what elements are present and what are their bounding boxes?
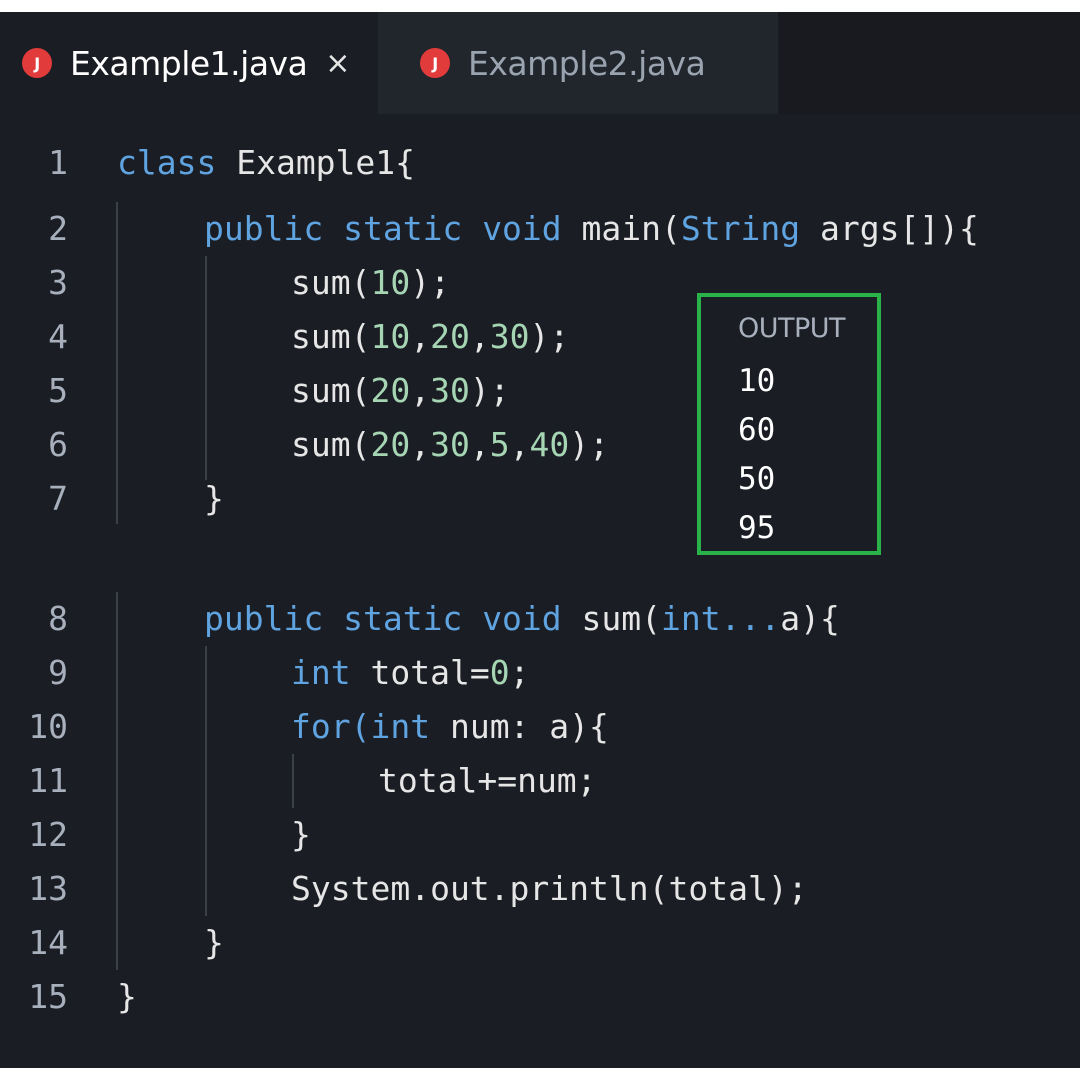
code-line[interactable]: 15 } xyxy=(0,970,1080,1024)
line-number: 10 xyxy=(28,707,68,746)
code-text: args[]){ xyxy=(800,209,979,248)
code-text: , xyxy=(410,371,431,410)
code-text: , xyxy=(469,317,490,356)
code-line[interactable]: 8 public static void sum(int...a){ xyxy=(0,592,1080,646)
keyword: int xyxy=(370,707,431,746)
code-text: System.out.println(total); xyxy=(291,869,808,908)
keyword: static xyxy=(343,599,463,638)
code-text: num: a){ xyxy=(430,707,609,746)
line-number: 7 xyxy=(48,479,68,518)
code-line[interactable]: 2 public static void main(String args[])… xyxy=(0,202,1080,256)
line-number: 8 xyxy=(48,599,68,638)
number-literal: 30 xyxy=(489,317,530,356)
number-literal: 10 xyxy=(370,317,411,356)
code-text: sum( xyxy=(291,317,371,356)
line-number: 14 xyxy=(28,923,68,962)
tab-example1[interactable]: J Example1.java × xyxy=(0,12,378,114)
line-number: 6 xyxy=(48,425,68,464)
code-text: } xyxy=(291,815,311,854)
java-file-icon: J xyxy=(420,48,450,78)
code-text: , xyxy=(469,425,490,464)
output-panel: OUTPUT 10 60 50 95 xyxy=(697,293,881,555)
output-value: 60 xyxy=(738,412,776,448)
number-literal: 30 xyxy=(430,371,470,410)
tab-label: Example1.java xyxy=(70,43,308,83)
code-line[interactable]: 3 sum(10); xyxy=(0,256,1080,310)
code-text: } xyxy=(204,479,224,518)
code-text: } xyxy=(117,977,137,1016)
number-literal: 40 xyxy=(529,425,570,464)
code-line[interactable]: 7 } xyxy=(0,472,1080,526)
number-literal: 0 xyxy=(489,653,510,692)
code-editor: J Example1.java × J Example2.java 1 clas… xyxy=(0,12,1080,1068)
line-number: 2 xyxy=(48,209,68,248)
keyword: class xyxy=(117,143,217,182)
line-number: 9 xyxy=(48,653,68,692)
keyword: public xyxy=(204,209,324,248)
code-text: ); xyxy=(469,371,510,410)
keyword: String xyxy=(680,209,801,248)
number-literal: 30 xyxy=(430,425,470,464)
line-number: 1 xyxy=(48,143,68,182)
java-file-icon: J xyxy=(22,48,52,78)
code-line[interactable]: 5 sum(20,30); xyxy=(0,364,1080,418)
code-line[interactable]: 14 } xyxy=(0,916,1080,970)
code-line[interactable]: 13 System.out.println(total); xyxy=(0,862,1080,916)
code-text: , xyxy=(410,317,431,356)
tab-example2[interactable]: J Example2.java xyxy=(378,12,778,114)
line-number: 4 xyxy=(48,317,68,356)
code-text: ); xyxy=(410,263,450,302)
code-text: sum( xyxy=(291,263,371,302)
line-number: 3 xyxy=(48,263,68,302)
code-text: main( xyxy=(561,209,681,248)
keyword: public xyxy=(204,599,324,638)
code-line[interactable]: 11 total+=num; xyxy=(0,754,1080,808)
code-line[interactable]: 6 sum(20,30,5,40); xyxy=(0,418,1080,472)
code-line[interactable]: 12 } xyxy=(0,808,1080,862)
keyword: ( xyxy=(350,707,371,746)
code-text: , xyxy=(410,425,431,464)
output-value: 95 xyxy=(738,510,776,546)
keyword: void xyxy=(482,209,562,248)
close-icon[interactable]: × xyxy=(325,46,350,81)
line-number: 5 xyxy=(48,371,68,410)
line-number: 13 xyxy=(28,869,68,908)
code-line[interactable]: 9 int total=0; xyxy=(0,646,1080,700)
code-text: total= xyxy=(350,653,490,692)
code-text: sum( xyxy=(291,371,371,410)
code-line[interactable]: 10 for(int num: a){ xyxy=(0,700,1080,754)
code-text: sum( xyxy=(561,599,662,638)
keyword: static xyxy=(343,209,463,248)
code-text: , xyxy=(509,425,530,464)
number-literal: 20 xyxy=(430,317,470,356)
code-text: a){ xyxy=(780,599,840,638)
tab-bar: J Example1.java × J Example2.java xyxy=(0,12,1080,114)
number-literal: 20 xyxy=(370,371,411,410)
line-number: 15 xyxy=(28,977,68,1016)
number-literal: 10 xyxy=(370,263,411,302)
output-value: 50 xyxy=(738,461,776,497)
code-text: Example1{ xyxy=(216,143,416,182)
keyword: int xyxy=(291,653,351,692)
code-text: total+=num; xyxy=(378,761,597,800)
code-text: ); xyxy=(529,317,570,356)
code-text: ); xyxy=(569,425,609,464)
output-value: 10 xyxy=(738,363,776,399)
number-literal: 5 xyxy=(489,425,510,464)
output-title: OUTPUT xyxy=(738,313,846,344)
code-text: } xyxy=(204,923,224,962)
number-literal: 20 xyxy=(370,425,411,464)
code-line[interactable]: 1 class Example1{ xyxy=(0,136,1080,190)
keyword: void xyxy=(482,599,562,638)
line-number: 11 xyxy=(28,761,68,800)
code-line[interactable]: 4 sum(10,20,30); xyxy=(0,310,1080,364)
line-number: 12 xyxy=(28,815,68,854)
keyword: int... xyxy=(661,599,781,638)
code-text: ; xyxy=(509,653,530,692)
tab-label: Example2.java xyxy=(468,43,706,83)
code-text: sum( xyxy=(291,425,371,464)
keyword: for xyxy=(291,707,351,746)
